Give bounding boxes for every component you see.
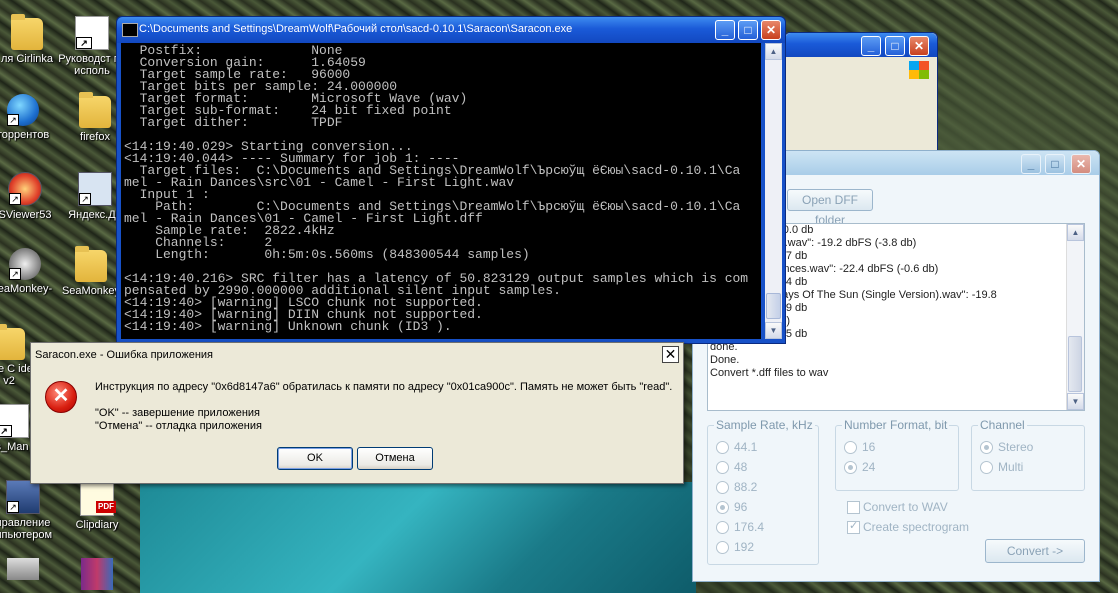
sample-rate-radio[interactable]: 176.4 (716, 520, 764, 536)
error-message: Инструкция по адресу "0x6d8147a6" обрати… (95, 381, 673, 393)
desktop-icon-clipdiary[interactable]: Clipdiary (62, 482, 132, 531)
console-window: C:\Documents and Settings\DreamWolf\Рабо… (116, 16, 786, 344)
convert-button[interactable]: Convert -> (985, 539, 1085, 563)
sample-rate-radio[interactable]: 96 (716, 500, 747, 516)
app-icon (8, 172, 42, 206)
scroll-up-button[interactable]: ▲ (1067, 224, 1084, 241)
archive-icon (81, 558, 113, 590)
log-line: Done. (710, 354, 740, 366)
desktop-icon-label: правление мпьютером (0, 517, 53, 541)
desktop-icon-label: eaMonkey- (0, 283, 53, 295)
desktop-icon-label: Яндекс.Ди (68, 209, 122, 221)
app-window-icon (78, 172, 112, 206)
console-line: Length: 0h:5m:0s.560ms (848300544 sample… (124, 247, 530, 262)
folder-icon (79, 92, 111, 128)
desktop-icon-label: SViewer53 (0, 209, 52, 221)
close-button[interactable]: ✕ (1071, 154, 1091, 174)
globe-icon (7, 94, 39, 126)
dialog-titlebar[interactable]: Saracon.exe - Ошибка приложения ✕ (31, 343, 683, 367)
close-button[interactable]: ✕ (761, 20, 781, 40)
desktop-icon-label: ture C ide v2 (0, 363, 33, 387)
pdf-document-icon (75, 16, 109, 50)
background-window-titlebar: _ □ ✕ (785, 33, 937, 57)
drive-icon (7, 558, 39, 580)
sample-rate-radio[interactable]: 88.2 (716, 480, 757, 496)
ok-button[interactable]: OK (277, 447, 353, 470)
channel-group: Channel Stereo Multi (971, 418, 1085, 491)
number-format-radio[interactable]: 16 (844, 440, 875, 456)
channel-radio[interactable]: Stereo (980, 440, 1033, 456)
desktop-icon-label: торрентов (0, 129, 50, 141)
desktop-icon-label: s_Man (0, 441, 29, 453)
scroll-thumb[interactable] (766, 293, 781, 319)
console-output[interactable]: Postfix: None Conversion gain: 1.64059 T… (121, 43, 761, 339)
desktop-icon-guide[interactable]: ture C ide v2 (0, 324, 34, 387)
pdf-document-icon (0, 404, 29, 438)
scroll-up-button[interactable]: ▲ (765, 43, 782, 60)
log-line: Convert *.dff files to wav (710, 367, 829, 379)
background-window-teal (140, 482, 696, 593)
seamonkey-icon (9, 248, 41, 280)
close-button[interactable]: ✕ (909, 36, 929, 56)
windows-logo-icon (909, 61, 929, 79)
cancel-hint: "Отмена" -- отладка приложения (95, 420, 262, 432)
sample-rate-group: Sample Rate, kHz 44.1 48 88.2 96 176.4 192 (707, 418, 819, 565)
folder-icon (75, 246, 107, 282)
folder-icon (11, 14, 43, 50)
error-dialog: Saracon.exe - Ошибка приложения ✕ ✕ Инст… (30, 342, 684, 484)
desktop-icon-label: SeaMonkey (61, 285, 121, 297)
document-icon (80, 482, 116, 516)
console-line: Target dither: TPDF (124, 115, 343, 130)
desktop-icon-label: Clipdiary (75, 519, 119, 531)
minimize-button[interactable]: _ (861, 36, 881, 56)
maximize-button[interactable]: □ (738, 20, 758, 40)
background-window: _ □ ✕ (784, 32, 938, 164)
group-label: Channel (978, 418, 1027, 432)
minimize-button[interactable]: _ (1021, 154, 1041, 174)
sample-rate-radio[interactable]: 44.1 (716, 440, 757, 456)
error-icon: ✕ (45, 381, 77, 413)
desktop-icon-cirlinka[interactable]: ля Cirlinka (0, 14, 62, 65)
sample-rate-radio[interactable]: 48 (716, 460, 747, 476)
cancel-button[interactable]: Отмена (357, 447, 433, 470)
number-format-group: Number Format, bit 16 24 (835, 418, 959, 491)
group-label: Number Format, bit (842, 418, 950, 432)
maximize-button[interactable]: □ (885, 36, 905, 56)
window-title: C:\Documents and Settings\DreamWolf\Рабо… (139, 23, 573, 35)
group-label: Sample Rate, kHz (714, 418, 815, 432)
number-format-radio[interactable]: 24 (844, 460, 875, 476)
desktop-icon-remote-control[interactable]: правление мпьютером (0, 480, 58, 541)
console-titlebar[interactable]: C:\Documents and Settings\DreamWolf\Рабо… (117, 17, 785, 43)
console-line: mel - Rain Dances\src\01 - Camel - First… (124, 175, 515, 190)
convert-to-wav-checkbox[interactable]: Convert to WAV (847, 501, 948, 515)
open-dff-folder-button[interactable]: Open DFF folder (787, 189, 873, 227)
sample-rate-radio[interactable]: 192 (716, 540, 754, 556)
console-line: <14:19:40> [warning] Unknown chunk (ID3 … (124, 319, 452, 334)
close-icon[interactable]: ✕ (662, 346, 679, 363)
desktop-icon-label: firefox (80, 131, 110, 143)
log-scrollbar[interactable]: ▲ ▼ (1066, 224, 1084, 410)
create-spectrogram-checkbox[interactable]: Create spectrogram (847, 520, 969, 535)
desktop-icon-drive[interactable] (0, 558, 58, 583)
maximize-button[interactable]: □ (1045, 154, 1065, 174)
scroll-thumb[interactable] (1068, 336, 1082, 392)
desktop-icon-seamonkey-app[interactable]: eaMonkey- (0, 248, 60, 295)
desktop-icon-sviewer[interactable]: SViewer53 (0, 172, 60, 221)
console-scrollbar[interactable]: ▲ ▼ (765, 43, 782, 339)
scroll-down-button[interactable]: ▼ (765, 322, 782, 339)
folder-icon (0, 324, 25, 360)
desktop-icon-label: ля Cirlinka (0, 53, 54, 65)
scroll-down-button[interactable]: ▼ (1067, 393, 1084, 410)
channel-radio[interactable]: Multi (980, 460, 1023, 476)
dialog-title: Saracon.exe - Ошибка приложения (35, 349, 213, 361)
desktop-icon-torrents[interactable]: торрентов (0, 94, 58, 141)
computer-icon (6, 480, 40, 514)
minimize-button[interactable]: _ (715, 20, 735, 40)
ok-hint: "OK" -- завершение приложения (95, 407, 260, 419)
desktop-icon-archive[interactable] (62, 558, 132, 593)
console-app-icon (122, 23, 138, 37)
